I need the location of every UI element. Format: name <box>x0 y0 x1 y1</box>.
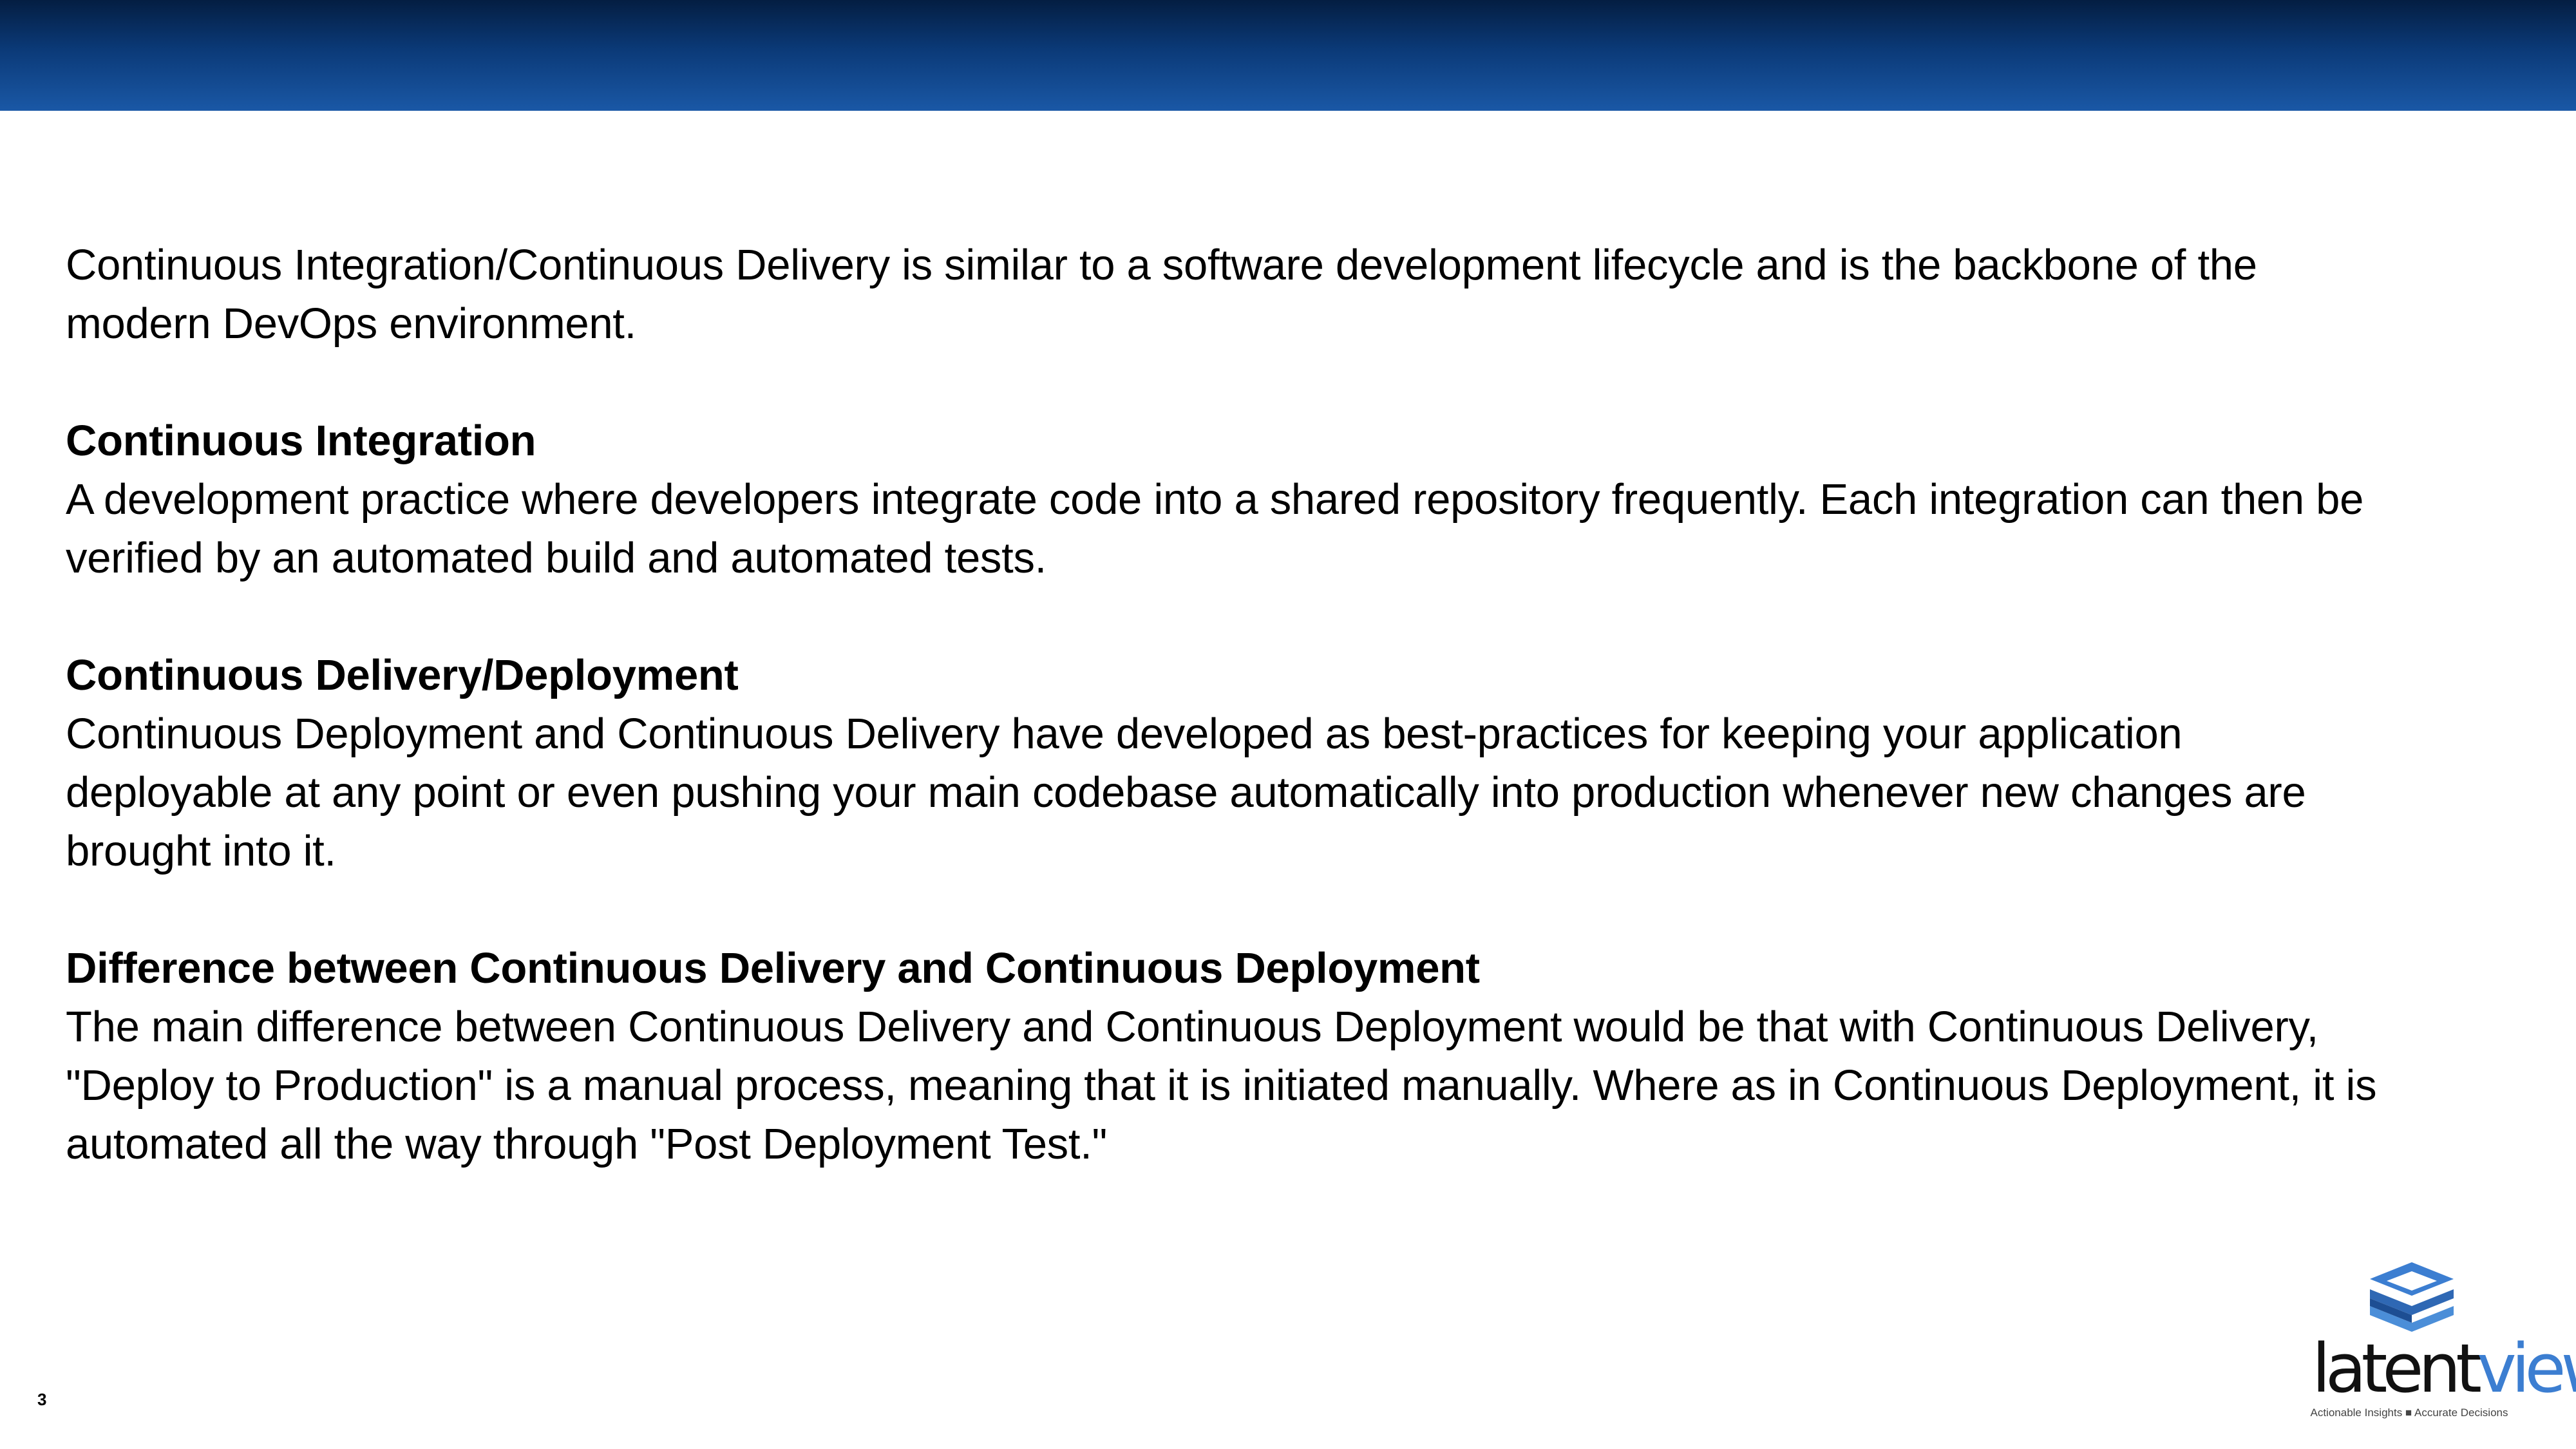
stacked-layers-logo-icon <box>2370 1262 2454 1332</box>
heading-difference: Difference between Continuous Delivery a… <box>66 944 1480 992</box>
page-number: 3 <box>37 1390 47 1409</box>
intro-text: Continuous Integration/Continuous Delive… <box>66 241 2257 348</box>
slide-content: Continuous Integration/Continuous Delive… <box>66 236 2500 1173</box>
difference-text: The main difference between Continuous D… <box>66 1003 2377 1168</box>
heading-continuous-integration: Continuous Integration <box>66 417 536 465</box>
logo-tagline: Actionable Insights ■ Accurate Decisions <box>2310 1406 2508 1419</box>
continuous-delivery-text: Continuous Deployment and Continuous Del… <box>66 710 2306 875</box>
continuous-integration-text: A development practice where developers … <box>66 475 2364 582</box>
heading-continuous-delivery-deployment: Continuous Delivery/Deployment <box>66 651 739 699</box>
logo-wordmark: latentview <box>2312 1329 2576 1408</box>
header-bar <box>0 0 2576 111</box>
latentview-logo: latentview Actionable Insights ■ Accurat… <box>2293 1256 2576 1430</box>
